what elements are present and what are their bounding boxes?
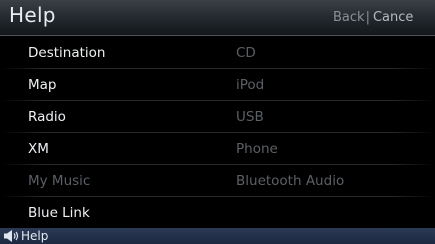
status-bar: Help — [0, 228, 435, 244]
menu-item-radio[interactable]: Radio — [28, 109, 66, 125]
back-button[interactable]: Back — [333, 10, 365, 25]
menu-item-cd: CD — [236, 45, 256, 61]
menu-item-ipod: iPod — [236, 77, 265, 93]
header-nav: Back| Cance — [333, 10, 413, 25]
menu-item-my-music: My Music — [28, 173, 91, 189]
menu-item-bluetooth-audio: Bluetooth Audio — [236, 173, 345, 189]
row-divider — [0, 196, 435, 197]
menu-item-blue-link[interactable]: Blue Link — [28, 205, 90, 221]
menu-item-map[interactable]: Map — [28, 77, 57, 93]
row-divider — [0, 68, 435, 69]
menu-item-phone: Phone — [236, 141, 278, 157]
nav-separator: | — [365, 10, 370, 25]
row-divider — [0, 100, 435, 101]
help-screen: Help Back| Cance Destination Map Radio XM… — [0, 0, 435, 244]
row-divider — [0, 164, 435, 165]
help-menu: Destination Map Radio XM My Music Blue L… — [0, 36, 435, 228]
menu-item-usb: USB — [236, 109, 264, 125]
header-bar: Help Back| Cance — [0, 0, 435, 36]
status-label: Help — [21, 229, 49, 243]
row-divider — [0, 132, 435, 133]
menu-item-xm[interactable]: XM — [28, 141, 49, 157]
menu-item-destination[interactable]: Destination — [28, 45, 105, 61]
page-title: Help — [9, 3, 56, 27]
cancel-button[interactable]: Cance — [373, 10, 413, 25]
